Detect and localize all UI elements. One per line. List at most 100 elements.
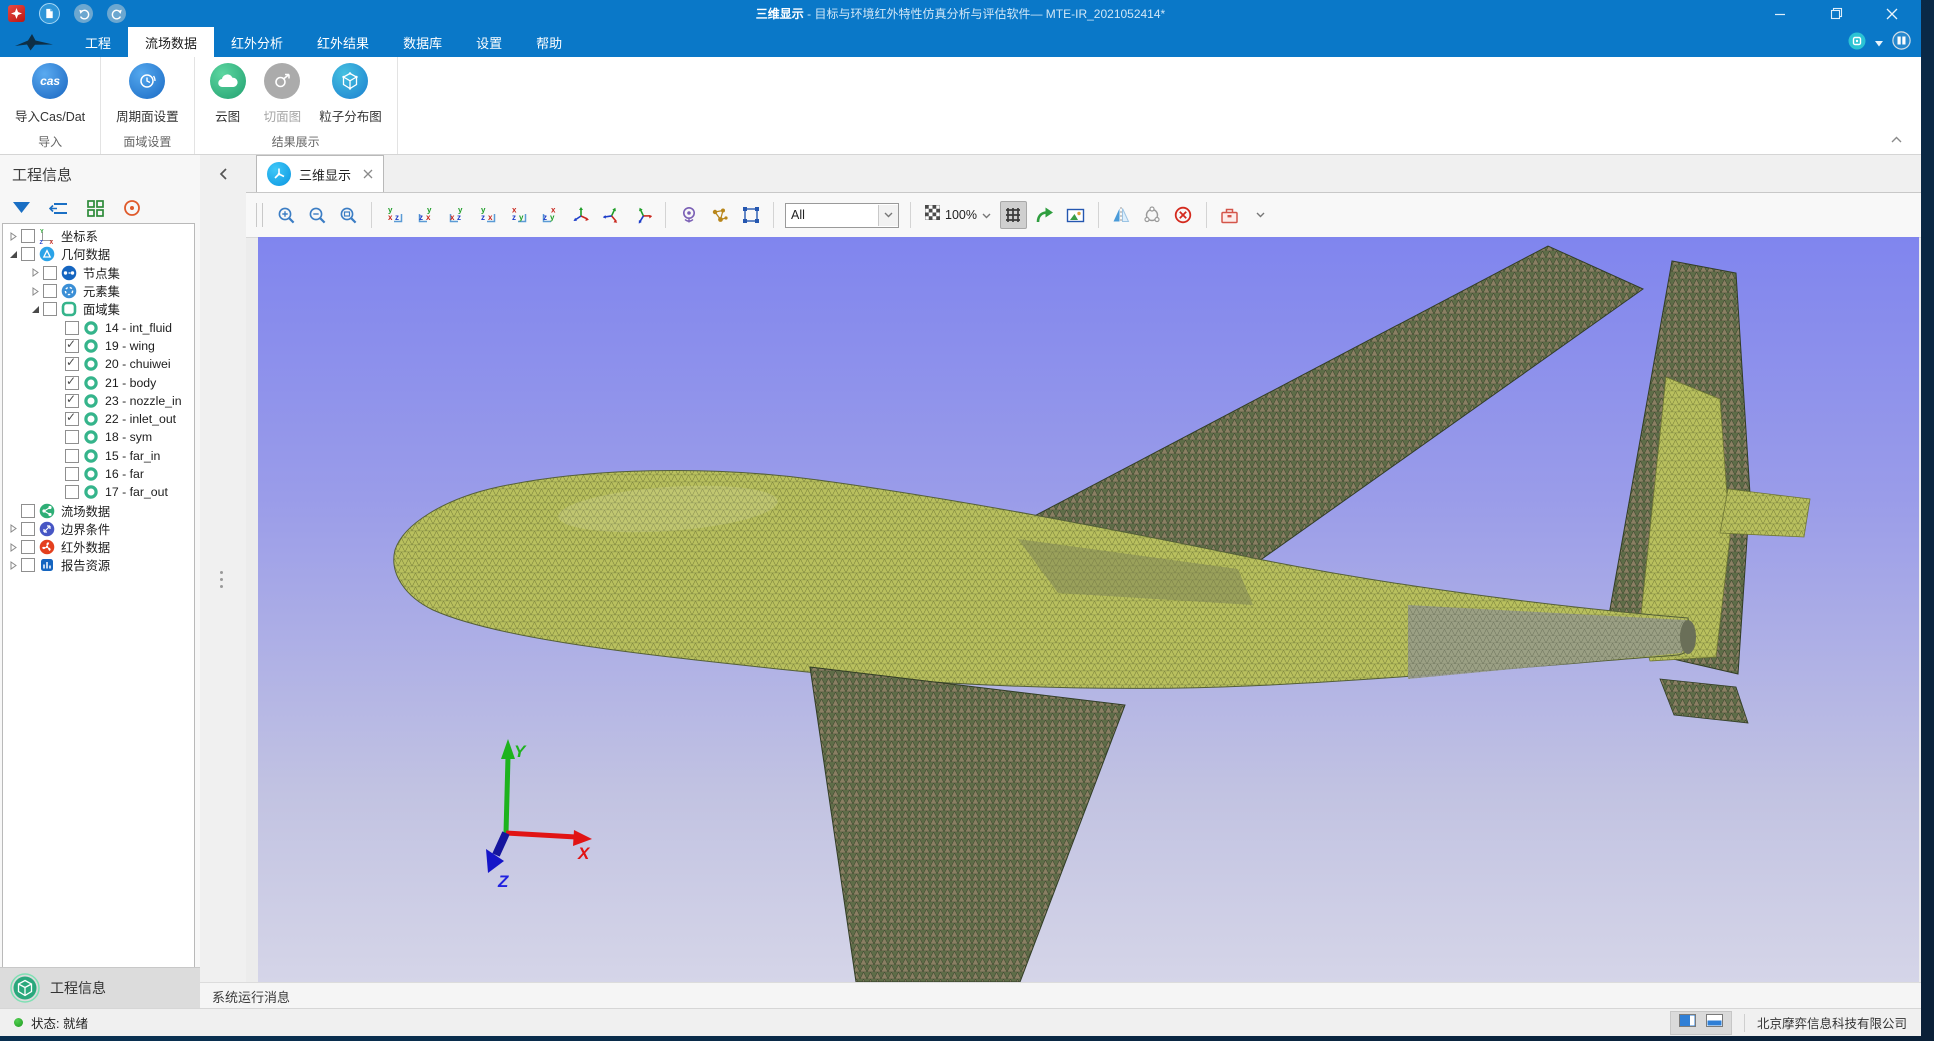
app-logo-icon[interactable] (8, 5, 25, 22)
tree-checkbox[interactable] (21, 522, 35, 536)
tree-checkbox[interactable] (65, 357, 79, 371)
tree-checkbox[interactable] (65, 394, 79, 408)
more-options-caret[interactable] (1247, 201, 1274, 229)
tree-item-0[interactable]: YZX坐标系 (3, 227, 194, 245)
menu-tab-3[interactable]: 红外结果 (300, 27, 386, 57)
view-front-button[interactable]: x z y (381, 201, 408, 229)
tree-item-11[interactable]: 18 - sym (3, 428, 194, 446)
tree-item-5[interactable]: 14 - int_fluid (3, 318, 194, 336)
ribbon-button-clock[interactable]: 周期面设置 (107, 63, 188, 125)
layout-left-panel-icon[interactable] (1679, 1014, 1696, 1032)
view-bottom-button[interactable]: z y x (536, 201, 563, 229)
view-iso-3-button[interactable] (629, 201, 656, 229)
export-view-button[interactable] (1031, 201, 1058, 229)
tree-checkbox[interactable] (65, 376, 79, 390)
ribbon-button-cloud[interactable]: 云图 (201, 63, 255, 125)
view-top-button[interactable]: z y x (505, 201, 532, 229)
tree-checkbox[interactable] (43, 302, 57, 316)
tree-expander-icon[interactable] (7, 524, 20, 533)
tab-3d-display[interactable]: 三维显示 (256, 155, 384, 192)
menu-tab-6[interactable]: 帮助 (519, 27, 579, 57)
tree-item-10[interactable]: 22 - inlet_out (3, 410, 194, 428)
menu-tab-5[interactable]: 设置 (459, 27, 519, 57)
tree-item-3[interactable]: 元素集 (3, 282, 194, 300)
tree-item-18[interactable]: 报告资源 (3, 556, 194, 574)
viewport-3d[interactable]: Y X Z (258, 237, 1919, 982)
locate-target-icon[interactable] (121, 197, 143, 219)
tab-close-icon[interactable] (363, 169, 373, 179)
viewpoint-button[interactable] (675, 201, 702, 229)
view-iso-1-button[interactable] (567, 201, 594, 229)
redo-icon[interactable] (107, 4, 126, 23)
tree-checkbox[interactable] (21, 229, 35, 243)
collapse-ribbon-button[interactable] (1887, 132, 1905, 146)
style-switch-icon[interactable] (1848, 32, 1866, 55)
display-filter-combo[interactable]: All (785, 203, 899, 228)
menu-tab-1[interactable]: 流场数据 (128, 27, 214, 57)
tree-item-4[interactable]: 面域集 (3, 300, 194, 318)
opacity-caret-icon[interactable] (982, 206, 991, 224)
tree-checkbox[interactable] (43, 284, 57, 298)
tree-item-2[interactable]: 节点集 (3, 264, 194, 282)
select-region-button[interactable] (737, 201, 764, 229)
tree-expander-icon[interactable] (7, 250, 20, 259)
menu-tab-0[interactable]: 工程 (68, 27, 128, 57)
tree-expander-icon[interactable] (7, 232, 20, 241)
tree-checkbox[interactable] (21, 504, 35, 518)
tree-item-6[interactable]: 19 - wing (3, 337, 194, 355)
blocks-icon[interactable] (84, 197, 106, 219)
tree-expander-icon[interactable] (7, 561, 20, 570)
maximize-button[interactable] (1821, 3, 1851, 25)
tree-checkbox[interactable] (65, 321, 79, 335)
opacity-control[interactable]: 100% (920, 205, 996, 225)
tree-checkbox[interactable] (43, 266, 57, 280)
zoom-in-button[interactable] (273, 201, 300, 229)
view-right-button[interactable]: z x y (474, 201, 501, 229)
tree-item-9[interactable]: 23 - nozzle_in (3, 392, 194, 410)
snapshot-button[interactable] (1062, 201, 1089, 229)
toolbar-grip[interactable] (256, 203, 263, 227)
close-button[interactable] (1877, 3, 1907, 25)
tree-expander-icon[interactable] (29, 287, 42, 296)
view-back-button[interactable]: z x y (412, 201, 439, 229)
save-scene-button[interactable] (1216, 201, 1243, 229)
tree-item-16[interactable]: 边界条件 (3, 520, 194, 538)
zoom-out-button[interactable] (304, 201, 331, 229)
tree-expander-icon[interactable] (29, 268, 42, 277)
tree-item-15[interactable]: 流场数据 (3, 501, 194, 519)
menu-tab-4[interactable]: 数据库 (386, 27, 459, 57)
tree-expander-icon[interactable] (7, 543, 20, 552)
help-book-icon[interactable] (1892, 31, 1911, 55)
menu-tab-2[interactable]: 红外分析 (214, 27, 300, 57)
view-left-button[interactable]: x z y (443, 201, 470, 229)
tree-checkbox[interactable] (21, 558, 35, 572)
list-collapse-icon[interactable] (47, 197, 69, 219)
tree-checkbox[interactable] (65, 339, 79, 353)
view-iso-2-button[interactable] (598, 201, 625, 229)
new-file-icon[interactable] (39, 3, 60, 24)
grid-toggle-button[interactable] (1000, 201, 1027, 229)
undo-icon[interactable] (74, 4, 93, 23)
tree-item-13[interactable]: 16 - far (3, 465, 194, 483)
panel-bottom-tab[interactable]: 工程信息 (0, 967, 200, 1008)
tree-item-14[interactable]: 17 - far_out (3, 483, 194, 501)
tree-item-7[interactable]: 20 - chuiwei (3, 355, 194, 373)
combo-dropdown-icon[interactable] (878, 205, 898, 226)
ribbon-button-cas[interactable]: cas 导入Cas/Dat (6, 63, 94, 125)
tree-checkbox[interactable] (65, 467, 79, 481)
mirror-button[interactable] (1108, 201, 1135, 229)
splitter-handle[interactable] (220, 571, 223, 588)
collapse-panel-button[interactable] (214, 165, 232, 183)
tree-checkbox[interactable] (21, 540, 35, 554)
filter-icon[interactable] (10, 197, 32, 219)
dropdown-caret-icon[interactable] (1875, 34, 1883, 52)
tree-expander-icon[interactable] (29, 305, 42, 314)
ribbon-button-cube[interactable]: 粒子分布图 (310, 63, 391, 125)
tree-checkbox[interactable] (65, 449, 79, 463)
ring-select-button[interactable] (1139, 201, 1166, 229)
delete-entity-button[interactable] (1170, 201, 1197, 229)
tree-item-12[interactable]: 15 - far_in (3, 447, 194, 465)
tree-checkbox[interactable] (21, 247, 35, 261)
particle-trace-button[interactable] (706, 201, 733, 229)
zoom-fit-button[interactable] (335, 201, 362, 229)
